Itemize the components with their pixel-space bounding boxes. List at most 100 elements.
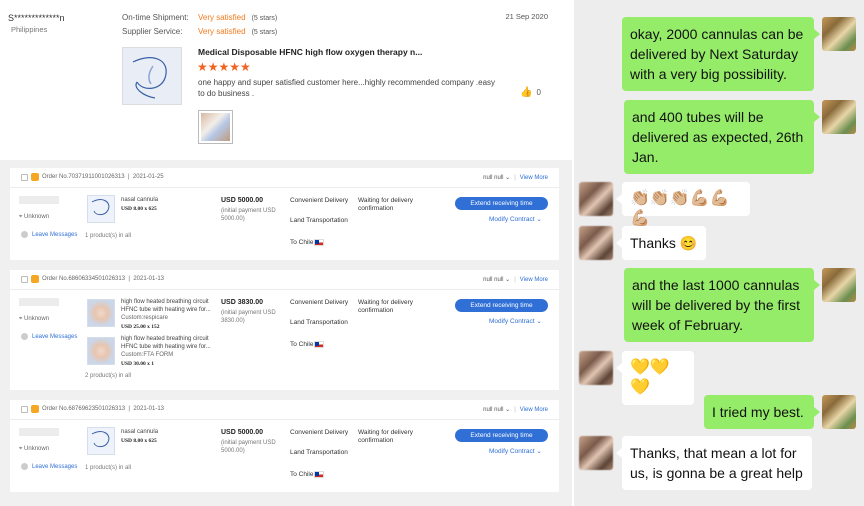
chat-message-received: 👏🏼👏🏼👏🏼💪🏼💪🏼💪🏼 [616, 182, 750, 227]
shipment-rating-row: On-time Shipment: Very satisfied (5 stars) [122, 13, 277, 22]
order-card: Order No.68769623501026313 | 2021-01-13 … [10, 400, 559, 492]
seller-location: ⌖ Unknown [19, 214, 50, 220]
contact-avatar[interactable] [579, 226, 613, 260]
null-dropdown[interactable]: null null [483, 175, 503, 181]
contact-avatar[interactable] [579, 351, 613, 385]
extend-receiving-time-button[interactable]: Extend receiving time [455, 429, 548, 442]
destination: To Chile [290, 471, 325, 478]
chat-panel: okay, 2000 cannulas can be delivered by … [574, 0, 864, 506]
service-label: Supplier Service: [122, 27, 183, 36]
order-total: USD 5000.00 [221, 197, 264, 204]
leave-messages-link[interactable]: Leave Messages [21, 231, 77, 238]
review-card: S*************n Philippines On-time Ship… [0, 0, 562, 160]
product-name[interactable]: nasal cannula [121, 428, 158, 436]
cannula-image-icon [132, 57, 167, 99]
product-image[interactable] [87, 299, 115, 327]
view-more-link[interactable]: View More [520, 175, 548, 181]
seller-name-redacted [19, 428, 59, 436]
leave-messages-link[interactable]: Leave Messages [21, 333, 77, 340]
modify-contract-link[interactable]: Modify Contract ⌄ [489, 215, 542, 223]
order-card: Order No.70371911001026313 | 2021-01-25 … [10, 168, 559, 260]
view-more-link[interactable]: View More [520, 407, 548, 413]
thumbs-up-icon: 👍 [520, 87, 533, 98]
product-unit-price: USD 25.00 x 152 [121, 324, 160, 330]
modify-contract-link[interactable]: Modify Contract ⌄ [489, 447, 542, 455]
chat-message-received: 💛💛💛 [616, 351, 694, 405]
order-number-and-date: Order No.68769623501026313 | 2021-01-13 [42, 406, 165, 412]
orders-panel: Order No.70371911001026313 | 2021-01-25 … [0, 160, 572, 506]
service-stars: (5 stars) [251, 29, 278, 36]
message-icon [21, 333, 28, 340]
contact-avatar[interactable] [579, 436, 613, 470]
reviewer-name: S*************n [8, 13, 65, 23]
chat-message-sent: I tried my best. [704, 395, 820, 429]
chat-message-received: Thanks 😊 [616, 226, 706, 260]
review-text: one happy and super satisfied customer h… [198, 78, 496, 98]
shipment-stars: (5 stars) [251, 15, 278, 22]
seller-name-redacted [19, 298, 59, 306]
review-photo[interactable] [198, 110, 233, 144]
chile-flag-icon [314, 341, 325, 348]
transport-mode: Land Transportation [290, 217, 348, 224]
extend-receiving-time-button[interactable]: Extend receiving time [455, 197, 548, 210]
order-badge-icon [31, 173, 39, 181]
product-image[interactable] [87, 195, 115, 223]
product-image[interactable] [87, 337, 115, 365]
my-avatar[interactable] [822, 17, 856, 51]
order-badge-icon [31, 405, 39, 413]
like-count: 0 [536, 88, 541, 97]
my-avatar[interactable] [822, 395, 856, 429]
transport-mode: Land Transportation [290, 449, 348, 456]
product-unit-price: USD 30.00 x 1 [121, 361, 155, 367]
review-date: 21 Sep 2020 [505, 12, 548, 21]
initial-payment: (initial payment USD 3830.00) [221, 310, 276, 324]
view-more-link[interactable]: View More [520, 277, 548, 283]
shipping-type: Convenient Delivery [290, 197, 349, 204]
modify-contract-link[interactable]: Modify Contract ⌄ [489, 317, 542, 325]
order-status: Waiting for delivery confirmation [358, 299, 414, 314]
chat-message-sent: okay, 2000 cannulas can be delivered by … [622, 17, 820, 91]
product-name[interactable]: high flow heated breathing circuit HFNC … [121, 335, 216, 351]
chat-message-received: Thanks, that mean a lot for us, is gonna… [616, 436, 812, 490]
product-count: 1 product(s) in all [85, 233, 132, 239]
order-actions: null null ⌄ | View More [483, 407, 548, 413]
product-image[interactable] [87, 427, 115, 455]
service-value: Very satisfied [198, 27, 246, 36]
my-avatar[interactable] [822, 268, 856, 302]
product-thumbnail[interactable] [122, 47, 182, 105]
chile-flag-icon [314, 471, 325, 478]
product-name[interactable]: high flow heated breathing circuit HFNC … [121, 298, 216, 314]
seller-name-redacted [19, 196, 59, 204]
order-checkbox[interactable] [21, 276, 28, 283]
like-button[interactable]: 👍 0 [520, 87, 541, 98]
seller-location: ⌖ Unknown [19, 446, 50, 452]
product-custom: Custom:respicare [121, 315, 169, 321]
initial-payment: (initial payment USD 5000.00) [221, 440, 276, 454]
contact-avatar[interactable] [579, 182, 613, 216]
shipping-type: Convenient Delivery [290, 429, 349, 436]
shipping-type: Convenient Delivery [290, 299, 349, 306]
product-count: 2 product(s) in all [85, 373, 132, 379]
initial-payment: (initial payment USD 5000.00) [221, 208, 276, 222]
my-avatar[interactable] [822, 100, 856, 134]
review-product-title[interactable]: Medical Disposable HFNC high flow oxygen… [198, 47, 422, 57]
reviewer-country: Philippines [11, 25, 48, 34]
order-actions: null null ⌄ | View More [483, 277, 548, 283]
shipment-value: Very satisfied [198, 13, 246, 22]
product-unit-price: USD 8.00 x 625 [121, 206, 157, 212]
order-number-and-date: Order No.70371911001026313 | 2021-01-25 [42, 174, 164, 180]
order-total: USD 5000.00 [221, 429, 264, 436]
extend-receiving-time-button[interactable]: Extend receiving time [455, 299, 548, 312]
seller-location: ⌖ Unknown [19, 316, 50, 322]
review-stars-icon: ★★★★★ [197, 60, 251, 74]
null-dropdown[interactable]: null null [483, 277, 503, 283]
destination: To Chile [290, 239, 325, 246]
order-badge-icon [31, 275, 39, 283]
destination: To Chile [290, 341, 325, 348]
order-status: Waiting for delivery confirmation [358, 197, 414, 212]
null-dropdown[interactable]: null null [483, 407, 503, 413]
order-checkbox[interactable] [21, 174, 28, 181]
product-name[interactable]: nasal cannula [121, 196, 158, 204]
leave-messages-link[interactable]: Leave Messages [21, 463, 77, 470]
order-checkbox[interactable] [21, 406, 28, 413]
